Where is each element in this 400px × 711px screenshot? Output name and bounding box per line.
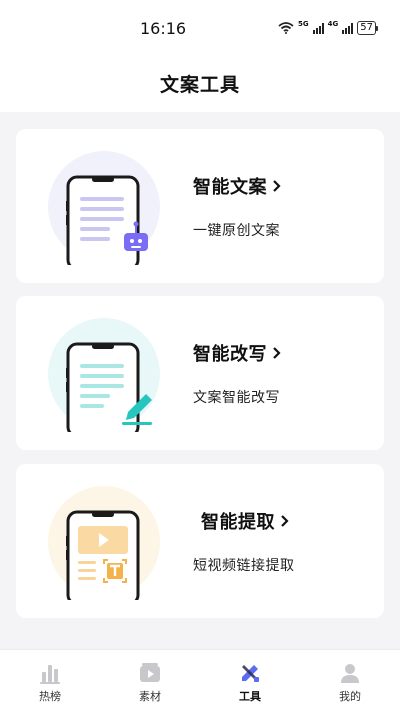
- tools-icon: [242, 665, 259, 682]
- tab-materials[interactable]: 素材: [100, 650, 200, 711]
- phone-robot-illustration: [48, 151, 160, 265]
- status-time: 16:16: [140, 19, 187, 38]
- card-subtitle: 文案智能改写: [193, 390, 280, 406]
- battery-icon: 57: [357, 21, 378, 35]
- card-smart-copywriting[interactable]: 智能文案 一键原创文案: [16, 129, 384, 283]
- signal-icon: [342, 22, 354, 34]
- tab-mine[interactable]: 我的: [300, 650, 400, 711]
- card-title-text: 智能文案: [193, 177, 267, 198]
- signal-icon: [312, 22, 324, 34]
- card-subtitle: 一键原创文案: [193, 223, 280, 239]
- card-title: 智能改写: [193, 340, 282, 366]
- phone-text-extract-illustration: [48, 486, 160, 600]
- tab-hot-list[interactable]: 热榜: [0, 650, 100, 711]
- battery-level: 57: [357, 21, 376, 35]
- chevron-right-icon: [273, 180, 281, 192]
- card-smart-extract[interactable]: 智能提取 短视频链接提取: [16, 464, 384, 618]
- tab-label: 我的: [339, 690, 361, 703]
- card-title-text: 智能改写: [193, 344, 267, 365]
- card-title: 智能文案: [193, 173, 282, 199]
- tab-label: 素材: [139, 690, 161, 703]
- card-title: 智能提取: [201, 508, 290, 534]
- tab-label: 热榜: [39, 690, 61, 703]
- status-icons: 5G 4G 57: [278, 19, 378, 35]
- page-header: 文案工具: [0, 60, 400, 112]
- network-4g-label: 4G: [327, 19, 339, 28]
- bottom-tab-bar: 热榜 素材 工具 我的: [0, 649, 400, 711]
- bar-chart-icon: [40, 665, 60, 684]
- card-subtitle: 短视频链接提取: [193, 558, 295, 574]
- phone-pencil-illustration: [48, 318, 160, 432]
- chevron-right-icon: [281, 515, 289, 527]
- tab-tools[interactable]: 工具: [200, 650, 300, 711]
- network-5g-label: 5G: [298, 19, 309, 28]
- card-title-text: 智能提取: [201, 512, 275, 533]
- page-title: 文案工具: [159, 74, 240, 96]
- chevron-right-icon: [273, 347, 281, 359]
- user-icon: [341, 664, 359, 683]
- card-smart-rewrite[interactable]: 智能改写 文案智能改写: [16, 296, 384, 450]
- status-bar: 16:16 5G 4G 57: [0, 0, 400, 60]
- video-icon: [140, 663, 160, 682]
- wifi-icon: [278, 22, 294, 34]
- tab-label: 工具: [239, 690, 261, 703]
